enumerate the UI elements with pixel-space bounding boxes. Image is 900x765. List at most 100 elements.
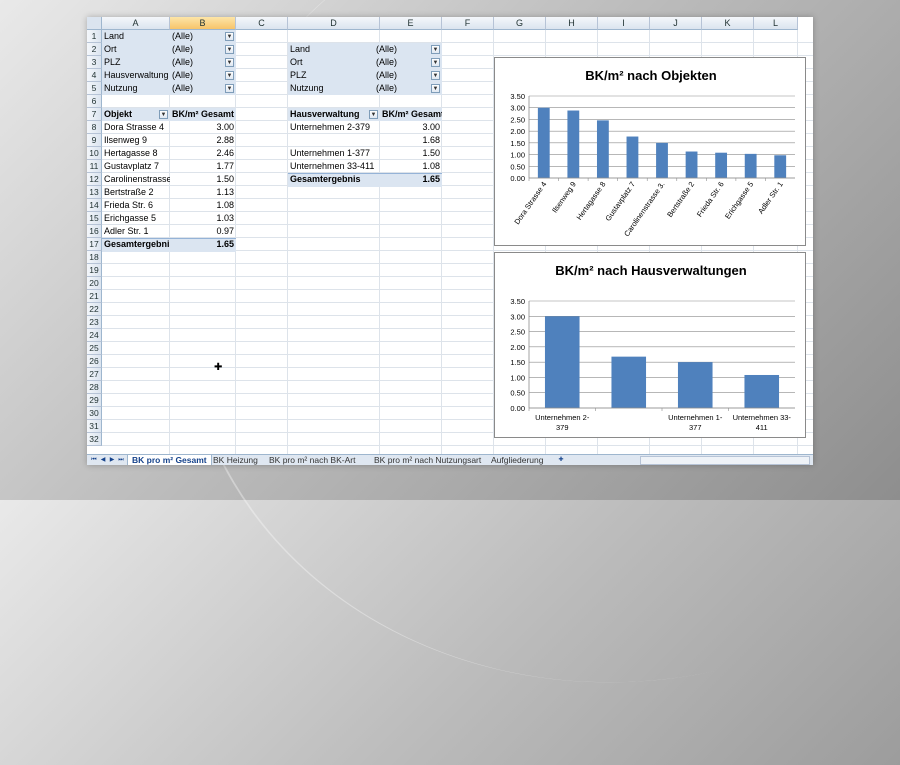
column-header-F[interactable]: F [442, 17, 494, 30]
pivot-objekt-row-value[interactable]: 1.08 [170, 199, 236, 212]
chart-hausverwaltungen[interactable]: BK/m² nach Hausverwaltungen 0.00 0.50 1.00 1… [494, 252, 806, 438]
pivot-objekt-row-label[interactable]: Adler Str. 1 [102, 225, 170, 238]
filter-label: Land [104, 31, 125, 41]
pivot-hausverwaltung-row-value[interactable]: 1.08 [380, 160, 442, 173]
row-header-29[interactable]: 29 [87, 394, 102, 407]
row-header-20[interactable]: 20 [87, 277, 102, 290]
pivot-hausverwaltung-row-label[interactable]: Unternehmen 1-377 [288, 147, 380, 160]
insert-sheet-icon[interactable]: ✚ [555, 456, 567, 465]
y-tick-label: 2.50 [510, 328, 525, 337]
row-header-17[interactable]: 17 [87, 238, 102, 251]
sheet-nav-button[interactable]: ⏭ [117, 456, 125, 465]
filter-dropdown-button[interactable]: ▼ [431, 58, 440, 67]
pivot-objekt-row-label[interactable]: Frieda Str. 6 [102, 199, 170, 212]
pivot-hausverwaltung-row-label[interactable] [288, 134, 380, 147]
row-header-28[interactable]: 28 [87, 381, 102, 394]
pivot-hausverwaltung-row-value[interactable]: 3.00 [380, 121, 442, 134]
column-header-K[interactable]: K [702, 17, 754, 30]
sheet-nav-button[interactable]: ▶ [108, 456, 116, 465]
sheet-nav-button[interactable]: ⏮ [90, 456, 98, 465]
pivot-objekt-row-label[interactable]: Dora Strasse 4 [102, 121, 170, 134]
bar [537, 107, 550, 178]
pivot-objekt-header-dropdown-button[interactable]: ▼ [159, 110, 168, 119]
pivot-objekt-row-value[interactable]: 2.88 [170, 134, 236, 147]
chart-objekte[interactable]: BK/m² nach Objekten 0.00 0.50 1.00 1.50 2.00 2… [494, 57, 806, 246]
pivot-objekt-row-label[interactable]: Carolinenstrasse 3. [102, 173, 170, 186]
row-header-9[interactable]: 9 [87, 134, 102, 147]
row-header-12[interactable]: 12 [87, 173, 102, 186]
row-header-6[interactable]: 6 [87, 95, 102, 108]
filter-dropdown-button[interactable]: ▼ [225, 58, 234, 67]
row-header-13[interactable]: 13 [87, 186, 102, 199]
filter-dropdown-button[interactable]: ▼ [225, 32, 234, 41]
row-header-24[interactable]: 24 [87, 329, 102, 342]
sheet-tab[interactable]: BK pro m² Gesamt [127, 455, 212, 465]
column-header-L[interactable]: L [754, 17, 798, 30]
pivot-objekt-row-label[interactable]: Ilsenweg 9 [102, 134, 170, 147]
pivot-objekt-row-value[interactable]: 0.97 [170, 225, 236, 238]
row-header-26[interactable]: 26 [87, 355, 102, 368]
column-header-G[interactable]: G [494, 17, 546, 30]
pivot-objekt-row-value[interactable]: 1.13 [170, 186, 236, 199]
row-header-16[interactable]: 16 [87, 225, 102, 238]
row-header-14[interactable]: 14 [87, 199, 102, 212]
pivot-hausverwaltung-row-value[interactable]: 1.50 [380, 147, 442, 160]
column-header-J[interactable]: J [650, 17, 702, 30]
row-header-18[interactable]: 18 [87, 251, 102, 264]
row-header-32[interactable]: 32 [87, 433, 102, 446]
pivot-objekt-row-value[interactable]: 2.46 [170, 147, 236, 160]
row-header-21[interactable]: 21 [87, 290, 102, 303]
pivot-hausverwaltung-row-value[interactable]: 1.68 [380, 134, 442, 147]
row-header-5[interactable]: 5 [87, 82, 102, 95]
sheet-tab[interactable]: Aufgliederung [487, 455, 547, 465]
pivot-objekt-row-label[interactable]: Erichgasse 5 [102, 212, 170, 225]
pivot-objekt-row-label[interactable]: Gustavplatz 7 [102, 160, 170, 173]
filter-dropdown-button[interactable]: ▼ [225, 84, 234, 93]
row-header-1[interactable]: 1 [87, 30, 102, 43]
row-header-3[interactable]: 3 [87, 56, 102, 69]
pivot-hausverwaltung-row-label[interactable]: Unternehmen 2-379 [288, 121, 380, 134]
pivot-objekt-row-value[interactable]: 1.50 [170, 173, 236, 186]
row-header-19[interactable]: 19 [87, 264, 102, 277]
row-header-11[interactable]: 11 [87, 160, 102, 173]
row-header-8[interactable]: 8 [87, 121, 102, 134]
row-header-30[interactable]: 30 [87, 407, 102, 420]
pivot-objekt-row-value[interactable]: 1.03 [170, 212, 236, 225]
filter-dropdown-button[interactable]: ▼ [431, 45, 440, 54]
filter-dropdown-button[interactable]: ▼ [225, 71, 234, 80]
column-header-B[interactable]: B [170, 17, 236, 30]
row-header-31[interactable]: 31 [87, 420, 102, 433]
row-header-23[interactable]: 23 [87, 316, 102, 329]
row-header-25[interactable]: 25 [87, 342, 102, 355]
select-all-corner[interactable] [87, 17, 102, 30]
sheet-tab[interactable]: BK pro m² nach BK-Art [265, 455, 359, 465]
row-header-27[interactable]: 27 [87, 368, 102, 381]
pivot-hausverwaltung-row-label[interactable]: Unternehmen 33-411 [288, 160, 380, 173]
pivot-objekt-row-label[interactable]: Bertstraße 2 [102, 186, 170, 199]
pivot-objekt-row-value[interactable]: 1.77 [170, 160, 236, 173]
column-header-E[interactable]: E [380, 17, 442, 30]
pivot-hausverwaltung-header-dropdown-button[interactable]: ▼ [369, 110, 378, 119]
filter-dropdown-button[interactable]: ▼ [225, 45, 234, 54]
column-header-I[interactable]: I [598, 17, 650, 30]
pivot-objekt-row-label[interactable]: Hertagasse 8 [102, 147, 170, 160]
column-header-C[interactable]: C [236, 17, 288, 30]
row-header-15[interactable]: 15 [87, 212, 102, 225]
filter-dropdown-button[interactable]: ▼ [431, 84, 440, 93]
row-header-10[interactable]: 10 [87, 147, 102, 160]
column-header-A[interactable]: A [102, 17, 170, 30]
sheet-tab[interactable]: BK Heizung [209, 455, 262, 465]
row-header-22[interactable]: 22 [87, 303, 102, 316]
bar [774, 155, 787, 178]
column-header-D[interactable]: D [288, 17, 380, 30]
horizontal-scrollbar[interactable] [640, 456, 810, 465]
filter-dropdown-button[interactable]: ▼ [431, 71, 440, 80]
column-header-H[interactable]: H [546, 17, 598, 30]
row-header-4[interactable]: 4 [87, 69, 102, 82]
filter-value: (Alle) [172, 83, 194, 93]
sheet-nav-button[interactable]: ◀ [99, 456, 107, 465]
row-header-2[interactable]: 2 [87, 43, 102, 56]
sheet-tab[interactable]: BK pro m² nach Nutzungsart [370, 455, 485, 465]
pivot-objekt-row-value[interactable]: 3.00 [170, 121, 236, 134]
row-header-7[interactable]: 7 [87, 108, 102, 121]
